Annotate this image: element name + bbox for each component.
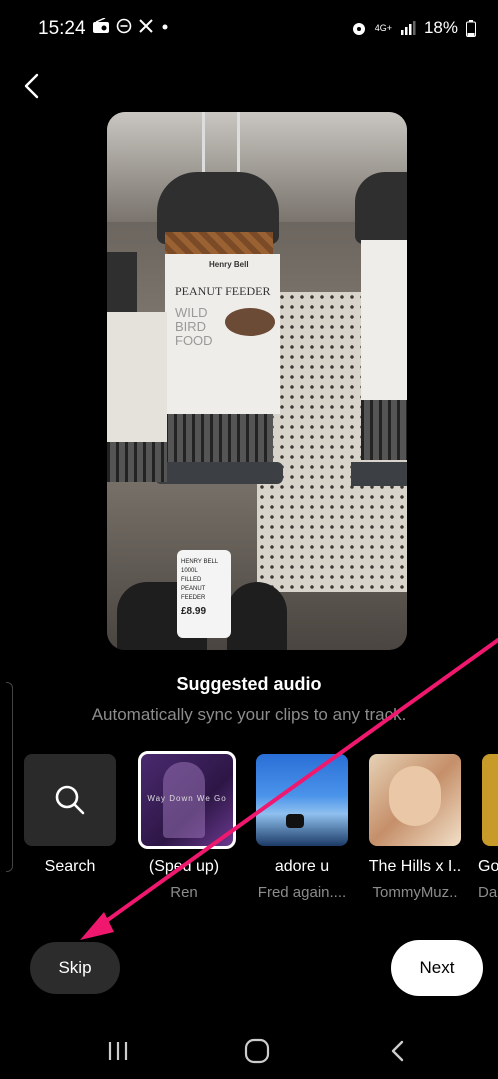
back-nav-icon[interactable]	[386, 1036, 410, 1066]
recent-apps-icon[interactable]	[106, 1036, 130, 1066]
annotation-arrow	[80, 638, 498, 940]
home-icon[interactable]	[243, 1036, 271, 1066]
